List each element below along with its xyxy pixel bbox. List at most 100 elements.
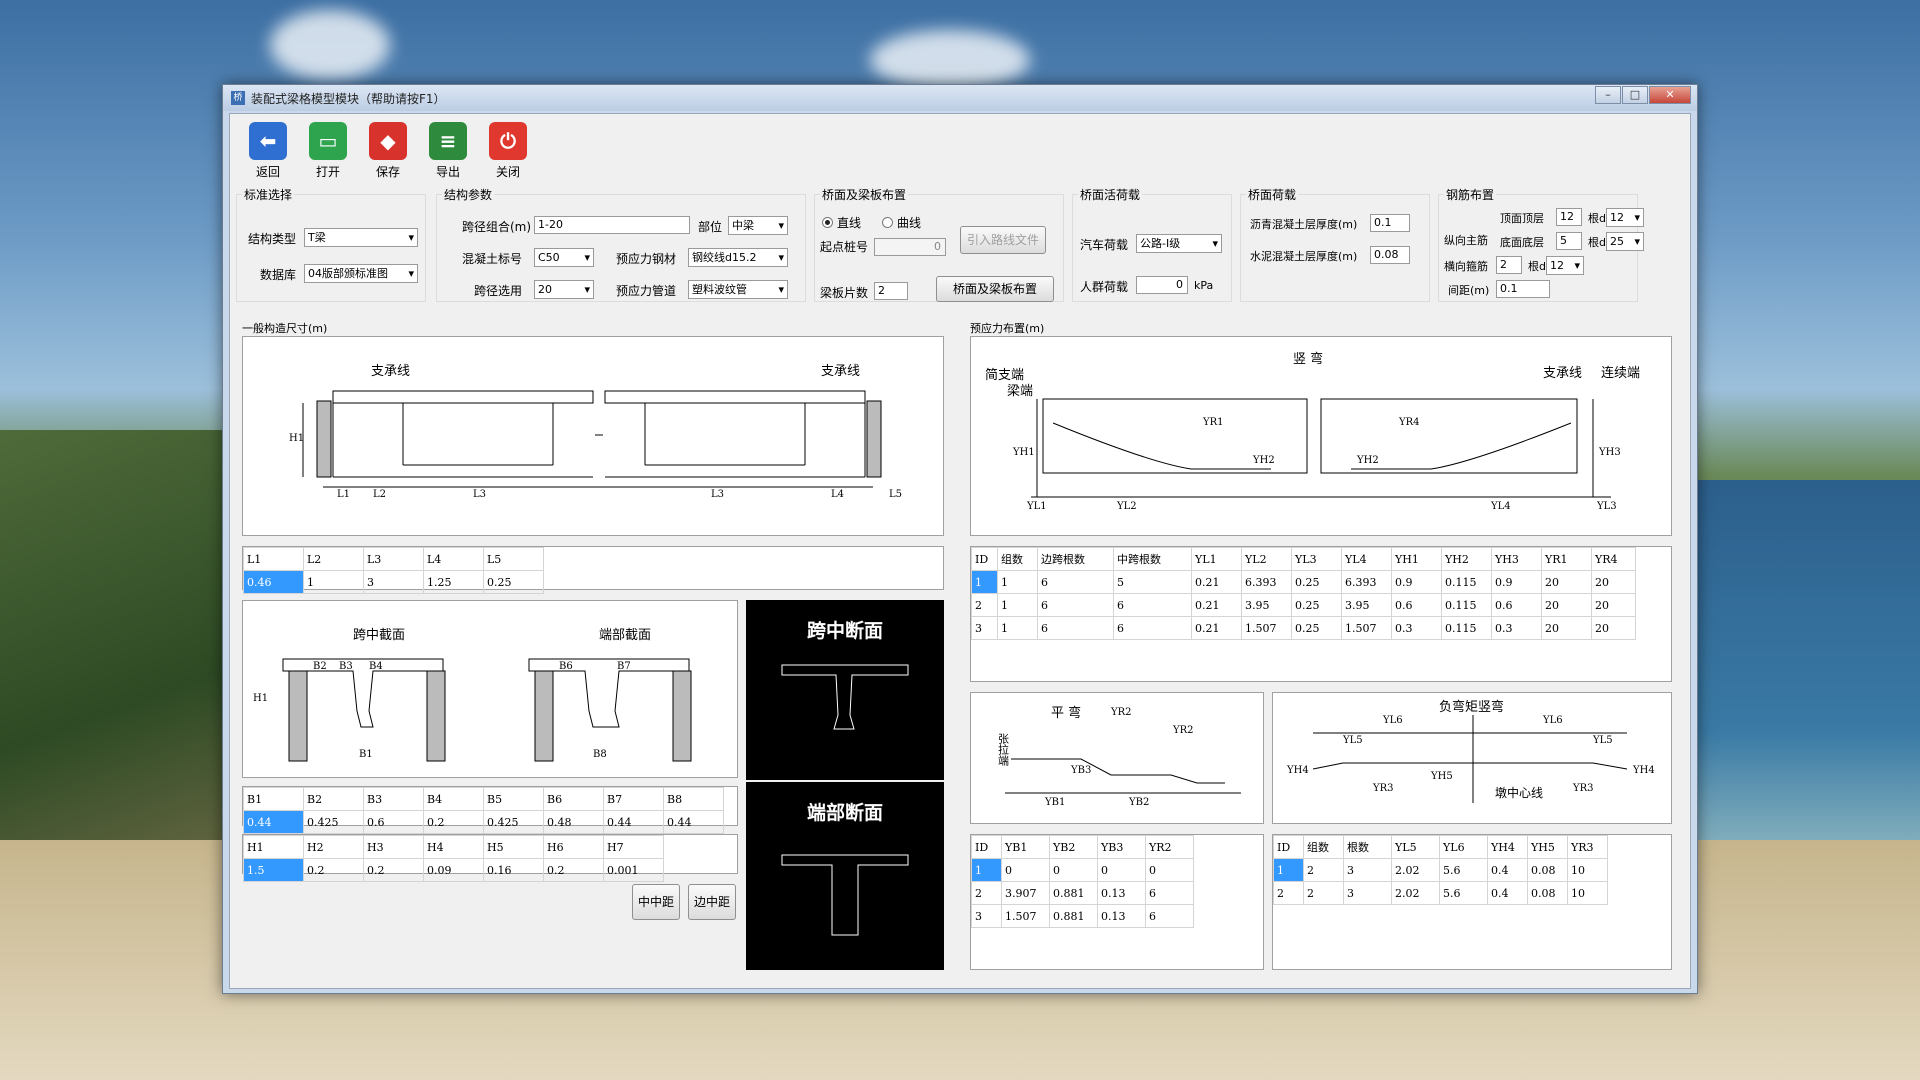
table-cell[interactable]: 2.02	[1391, 858, 1440, 882]
table-cell[interactable]: 1.507	[1241, 616, 1292, 640]
database-select[interactable]: 04版部颁标准图	[304, 264, 418, 283]
table-cell[interactable]: 0.9	[1491, 570, 1542, 594]
table-cell[interactable]: 3	[971, 616, 998, 640]
table-cell[interactable]: 20	[1591, 570, 1636, 594]
toolbar-button-3[interactable]: ≡ 导出	[418, 120, 478, 180]
table-cell[interactable]: 3.907	[1001, 881, 1050, 905]
straight-radio[interactable]: 直线	[822, 214, 861, 231]
table-cell[interactable]: 0.48	[543, 810, 604, 834]
table-cell[interactable]: 1	[997, 593, 1038, 617]
table-cell[interactable]: 2	[1303, 858, 1344, 882]
table-cell[interactable]: 10	[1567, 881, 1608, 905]
asphalt-thickness-input[interactable]: 0.1	[1370, 214, 1410, 232]
table-cell[interactable]: 1	[997, 570, 1038, 594]
table-cell[interactable]: 1	[971, 858, 1002, 882]
spacing-input[interactable]: 0.1	[1496, 280, 1550, 298]
table-cell[interactable]: 0.3	[1491, 616, 1542, 640]
table-cell[interactable]: 0.25	[483, 570, 544, 594]
table-cell[interactable]: 3.95	[1341, 593, 1392, 617]
table-cell[interactable]: 10	[1567, 858, 1608, 882]
table-cell[interactable]: 6	[1145, 881, 1194, 905]
table-cell[interactable]: 0.21	[1191, 616, 1242, 640]
span-select[interactable]: 20	[534, 280, 594, 299]
table-cell[interactable]: 0.16	[483, 858, 544, 882]
table-cell[interactable]: 3	[1343, 858, 1392, 882]
table-cell[interactable]: 0	[1145, 858, 1194, 882]
table-cell[interactable]: 20	[1541, 570, 1592, 594]
table-cell[interactable]: 5.6	[1439, 858, 1488, 882]
table-cell[interactable]: 0.6	[1391, 593, 1442, 617]
table-cell[interactable]: 5.6	[1439, 881, 1488, 905]
table-cell[interactable]: 3.95	[1241, 593, 1292, 617]
table-cell[interactable]: 0.44	[663, 810, 724, 834]
table-cell[interactable]: 6	[1037, 570, 1114, 594]
center-spacing-button[interactable]: 中中距	[632, 884, 680, 920]
table-cell[interactable]: 0.08	[1527, 881, 1568, 905]
toolbar-button-0[interactable]: ⬅ 返回	[238, 120, 298, 180]
table-cell[interactable]: 1	[1273, 858, 1304, 882]
table-cell[interactable]: 2	[971, 881, 1002, 905]
minimize-button[interactable]: –	[1595, 86, 1621, 104]
table-cell[interactable]: 0.9	[1391, 570, 1442, 594]
table-cell[interactable]: 2.02	[1391, 881, 1440, 905]
part-select[interactable]: 中梁	[728, 216, 788, 235]
table-cell[interactable]: 0.46	[243, 570, 304, 594]
table-cell[interactable]: 0.881	[1049, 904, 1098, 928]
table-cell[interactable]: 6	[1037, 593, 1114, 617]
table-cell[interactable]: 0.001	[603, 858, 664, 882]
table-cell[interactable]: 1.5	[243, 858, 304, 882]
table-cell[interactable]: 0.2	[363, 858, 424, 882]
toolbar-button-4[interactable]: ⏻ 关闭	[478, 120, 538, 180]
table-cell[interactable]: 0.3	[1391, 616, 1442, 640]
table-cell[interactable]: 0.115	[1441, 593, 1492, 617]
duct-select[interactable]: 塑料波纹管	[688, 280, 788, 299]
table-cell[interactable]: 0.21	[1191, 593, 1242, 617]
table-cell[interactable]: 20	[1541, 593, 1592, 617]
curve-radio[interactable]: 曲线	[882, 214, 921, 231]
prestress-steel-select[interactable]: 钢绞线d15.2	[688, 248, 788, 267]
concrete-grade-select[interactable]: C50	[534, 248, 594, 267]
structure-type-select[interactable]: T梁	[304, 228, 418, 247]
import-route-button[interactable]: 引入路线文件	[960, 226, 1046, 254]
table-cell[interactable]: 2	[1273, 881, 1304, 905]
beam-count-input[interactable]: 2	[874, 282, 908, 300]
table-cell[interactable]: 6	[1113, 616, 1192, 640]
table-cell[interactable]: 0.4	[1487, 858, 1528, 882]
table-cell[interactable]: 6.393	[1241, 570, 1292, 594]
table-cell[interactable]: 3	[363, 570, 424, 594]
table-cell[interactable]: 2	[971, 593, 998, 617]
table-cell[interactable]: 1.25	[423, 570, 484, 594]
toolbar-button-2[interactable]: ◆ 保存	[358, 120, 418, 180]
table-cell[interactable]: 0.44	[243, 810, 304, 834]
table-cell[interactable]: 0.115	[1441, 616, 1492, 640]
table-cell[interactable]: 0.6	[363, 810, 424, 834]
edge-spacing-button[interactable]: 边中距	[688, 884, 736, 920]
table-cell[interactable]: 20	[1591, 616, 1636, 640]
table-cell[interactable]: 0.2	[303, 858, 364, 882]
table-cell[interactable]: 1.507	[1341, 616, 1392, 640]
table-cell[interactable]: 0.425	[483, 810, 544, 834]
table-cell[interactable]: 0.13	[1097, 881, 1146, 905]
table-cell[interactable]: 1.507	[1001, 904, 1050, 928]
bottom-diameter-select[interactable]: 25	[1606, 232, 1644, 251]
span-combo-input[interactable]: 1-20	[534, 216, 690, 234]
table-cell[interactable]: 6	[1145, 904, 1194, 928]
vehicle-load-select[interactable]: 公路-I级	[1136, 234, 1222, 253]
table-cell[interactable]: 0.425	[303, 810, 364, 834]
table-cell[interactable]: 0.25	[1291, 616, 1342, 640]
table-cell[interactable]: 6.393	[1341, 570, 1392, 594]
cement-thickness-input[interactable]: 0.08	[1370, 246, 1410, 264]
bottom-count-input[interactable]: 5	[1556, 232, 1582, 250]
table-cell[interactable]: 0	[1097, 858, 1146, 882]
top-count-input[interactable]: 12	[1556, 208, 1582, 226]
table-cell[interactable]: 0.08	[1527, 858, 1568, 882]
table-cell[interactable]: 0.2	[423, 810, 484, 834]
stirrup-diameter-select[interactable]: 12	[1546, 256, 1584, 275]
table-cell[interactable]: 3	[1343, 881, 1392, 905]
toolbar-button-1[interactable]: ▭ 打开	[298, 120, 358, 180]
crowd-load-input[interactable]: 0	[1136, 276, 1188, 294]
table-cell[interactable]: 6	[1113, 593, 1192, 617]
table-cell[interactable]: 1	[971, 570, 998, 594]
table-cell[interactable]: 0.13	[1097, 904, 1146, 928]
table-cell[interactable]: 0.115	[1441, 570, 1492, 594]
